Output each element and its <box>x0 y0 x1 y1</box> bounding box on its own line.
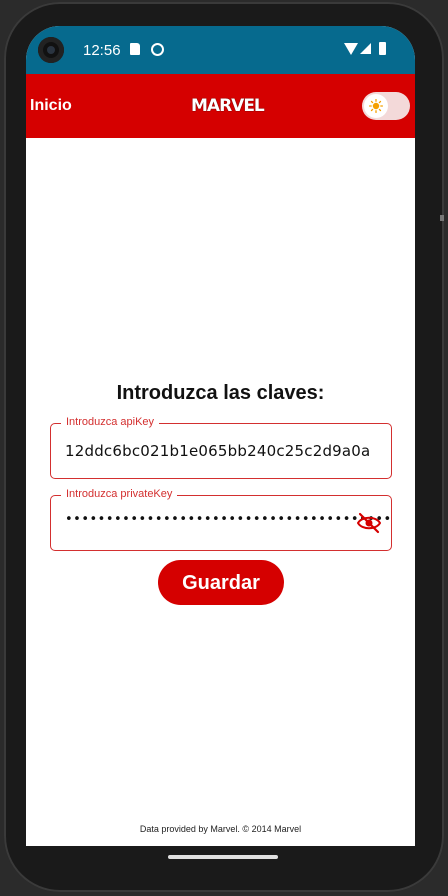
private-key-label: Introduzca privateKey <box>61 488 178 500</box>
wifi-icon <box>344 43 358 55</box>
camera-icon <box>38 37 64 63</box>
private-key-field[interactable]: Introduzca privateKey ••••••••••••••••••… <box>50 488 392 551</box>
save-button[interactable]: Guardar <box>158 560 284 605</box>
status-time: 12:56 <box>83 42 121 59</box>
page-title: Inicio <box>30 97 72 114</box>
form-heading: Introduzca las claves: <box>116 382 325 404</box>
toggle-knob <box>364 94 388 118</box>
app-screen: 12:56 Inicio MARVEL Introduzca las clave… <box>26 26 415 846</box>
status-bar: 12:56 <box>26 26 415 74</box>
eye-off-icon[interactable] <box>357 512 381 534</box>
side-button <box>440 215 444 221</box>
api-key-field[interactable]: Introduzca apiKey 12ddc6bc021b1e065bb240… <box>50 416 392 479</box>
marvel-logo: MARVEL <box>191 96 265 116</box>
api-key-label: Introduzca apiKey <box>61 416 160 428</box>
api-key-input[interactable]: 12ddc6bc021b1e065bb240c25c2d9a0a <box>65 442 370 460</box>
gesture-nav-handle[interactable] <box>168 855 278 859</box>
attribution-text: Data provided by Marvel. © 2014 Marvel <box>139 824 302 834</box>
sd-card-icon <box>130 43 140 55</box>
app-bar: Inicio MARVEL <box>26 74 415 138</box>
battery-icon <box>379 42 386 55</box>
sun-icon <box>369 99 383 113</box>
sync-icon <box>151 43 164 56</box>
signal-icon <box>360 43 371 54</box>
private-key-input[interactable]: •••••••••••••••••••••••••••••••••••••••• <box>65 512 392 527</box>
theme-toggle[interactable] <box>362 92 410 120</box>
